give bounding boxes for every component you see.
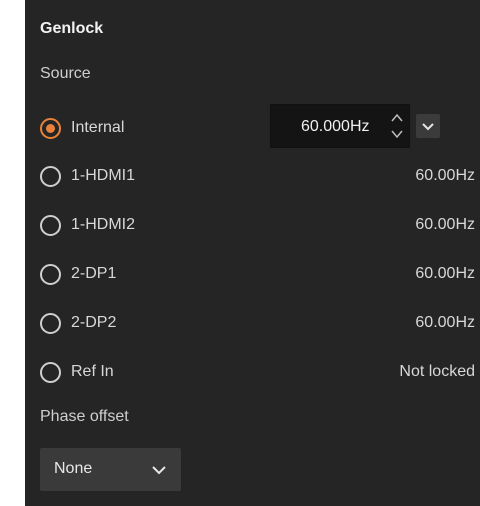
source-status: Not locked xyxy=(399,363,475,380)
source-label: Source xyxy=(40,65,91,82)
source-rate: 60.00Hz xyxy=(415,167,475,184)
radio-icon[interactable] xyxy=(40,313,61,334)
source-option-1-hdmi2[interactable]: 1-HDMI2 60.00Hz xyxy=(40,212,475,242)
source-rate: 60.00Hz xyxy=(415,216,475,233)
internal-rate-value: 60.000Hz xyxy=(301,118,370,135)
radio-icon[interactable] xyxy=(40,215,61,236)
internal-rate-input[interactable]: 60.000Hz xyxy=(270,104,410,148)
chevron-down-icon xyxy=(422,123,434,131)
source-option-label: Internal xyxy=(71,119,125,136)
rate-dropdown-button[interactable] xyxy=(416,114,440,138)
source-option-label: 1-HDMI2 xyxy=(71,216,136,233)
source-rate: 60.00Hz xyxy=(415,265,475,282)
spin-up-icon xyxy=(391,113,403,122)
radio-icon[interactable] xyxy=(40,264,61,285)
genlock-panel: Genlock Source Internal 60.000Hz 1-HDMI1… xyxy=(25,0,480,506)
radio-icon[interactable] xyxy=(40,118,61,139)
chevron-down-icon xyxy=(152,466,166,475)
panel-title: Genlock xyxy=(40,20,104,37)
phase-offset-value: None xyxy=(54,460,93,477)
phase-offset-label: Phase offset xyxy=(40,408,129,425)
radio-icon[interactable] xyxy=(40,362,61,383)
source-option-1-hdmi1[interactable]: 1-HDMI1 60.00Hz xyxy=(40,163,475,193)
radio-icon[interactable] xyxy=(40,166,61,187)
source-option-label: 1-HDMI1 xyxy=(71,167,136,184)
source-rate: 60.00Hz xyxy=(415,314,475,331)
source-option-label: 2-DP1 xyxy=(71,265,117,282)
spin-down-icon xyxy=(391,130,403,139)
source-option-2-dp1[interactable]: 2-DP1 60.00Hz xyxy=(40,261,475,291)
source-option-2-dp2[interactable]: 2-DP2 60.00Hz xyxy=(40,310,475,340)
source-option-ref-in[interactable]: Ref In Not locked xyxy=(40,359,475,389)
phase-offset-select[interactable]: None xyxy=(40,448,181,491)
rate-spinner[interactable] xyxy=(389,109,405,143)
source-option-label: 2-DP2 xyxy=(71,314,117,331)
source-option-label: Ref In xyxy=(71,363,114,380)
